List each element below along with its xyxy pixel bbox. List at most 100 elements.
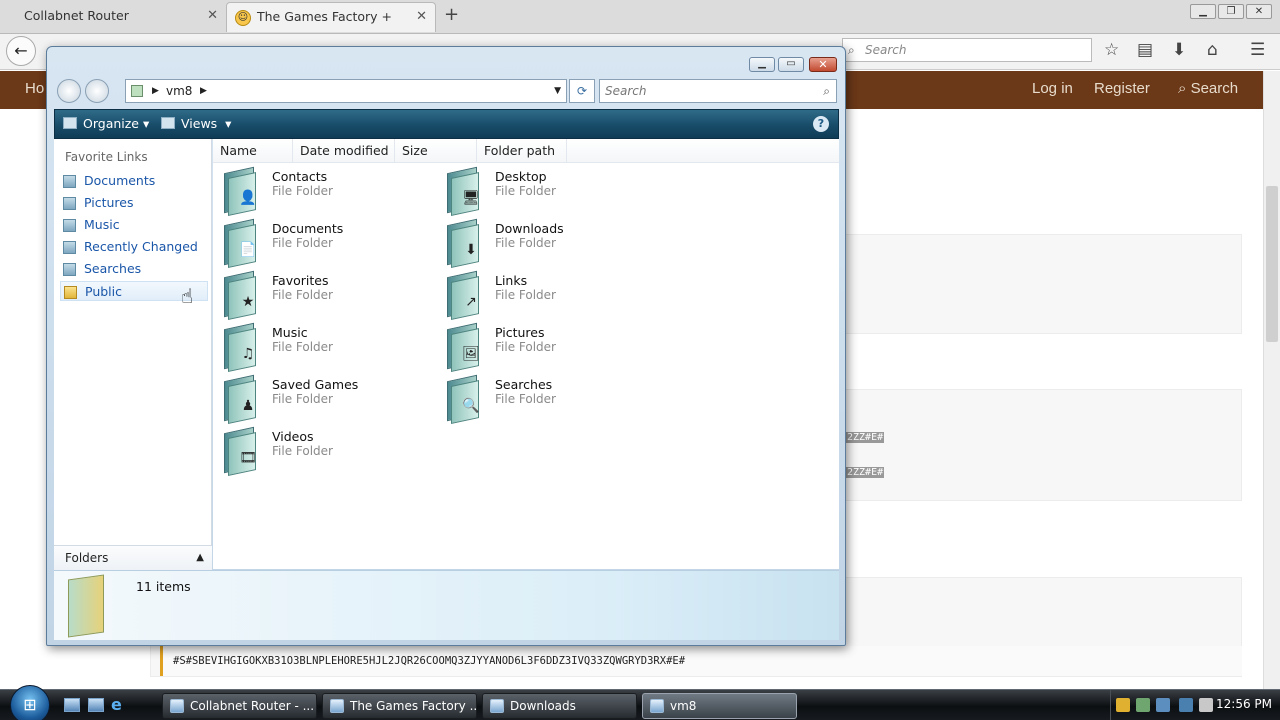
scrollbar-thumb[interactable] — [1266, 186, 1278, 342]
code-line: #S#SBEVIHGIGOKXB31O3BLNPLEHORE5HJL2JQR26… — [160, 646, 1242, 676]
address-bar[interactable]: ▶ vm8 ▶ ▼ — [125, 79, 567, 103]
breadcrumb-arrow-icon[interactable]: ▶ — [152, 80, 159, 102]
favorite-link-music[interactable]: Music — [60, 215, 208, 235]
chevron-down-icon[interactable]: ▼ — [554, 80, 561, 102]
saved-games-folder-icon: ♟ — [221, 374, 265, 424]
favorite-link-recently-changed[interactable]: Recently Changed — [60, 237, 208, 257]
monitor-icon[interactable] — [1179, 698, 1193, 712]
column-date-modified[interactable]: Date modified — [293, 139, 395, 163]
folders-toggle[interactable]: Folders ▲ — [54, 545, 212, 570]
folder-name: Music — [272, 325, 308, 340]
folder-type: File Folder — [272, 184, 333, 198]
folder-item[interactable]: ⬇ Downloads File Folder — [444, 218, 654, 268]
column-folder-path[interactable]: Folder path — [477, 139, 567, 163]
favorite-link-documents[interactable]: Documents — [60, 171, 208, 191]
favorite-link-pictures[interactable]: Pictures — [60, 193, 208, 213]
explorer-search-input[interactable]: Search ⌕ — [599, 79, 837, 103]
explorer-minimize-button[interactable]: ▁ — [749, 57, 775, 72]
folder-badge-icon: 🔍 — [462, 398, 480, 414]
help-icon[interactable]: ? — [813, 116, 829, 132]
volume-muted-icon[interactable] — [1199, 698, 1213, 712]
folder-type: File Folder — [495, 340, 556, 354]
tab-close-icon[interactable]: ✕ — [207, 2, 218, 30]
minimize-button[interactable]: ▁ — [1190, 4, 1216, 19]
folder-name: Saved Games — [272, 377, 359, 392]
documents-folder-icon: 📄 — [221, 218, 265, 268]
folder-item[interactable]: ★ Favorites File Folder — [221, 270, 431, 320]
forward-arrow-icon[interactable] — [85, 79, 109, 103]
taskbar: ⊞ e Collabnet Router - ... The Games Fac… — [0, 685, 1280, 720]
pictures-icon — [63, 197, 76, 210]
login-link[interactable]: Log in — [1032, 80, 1073, 97]
chevron-up-icon: ▲ — [196, 552, 204, 563]
back-arrow-icon[interactable]: ← — [6, 36, 36, 66]
refresh-icon[interactable]: ⟳ — [569, 79, 595, 103]
start-button[interactable]: ⊞ — [10, 685, 50, 720]
music-folder-icon: ♫ — [221, 322, 265, 372]
column-name[interactable]: Name — [213, 139, 293, 163]
folder-item[interactable]: 🖼 Pictures File Folder — [444, 322, 654, 372]
folder-item[interactable]: ↗ Links File Folder — [444, 270, 654, 320]
organize-icon — [63, 117, 77, 129]
site-home-link[interactable]: Ho — [25, 80, 44, 97]
searches-icon — [63, 263, 76, 276]
column-headers: Name Date modified Size Folder path — [213, 139, 839, 163]
register-link[interactable]: Register — [1094, 80, 1150, 97]
display-icon[interactable] — [1156, 698, 1170, 712]
folder-item[interactable]: 🔍 Searches File Folder — [444, 374, 654, 424]
organize-label: Organize — [83, 116, 139, 131]
folder-type: File Folder — [272, 236, 333, 250]
smiley-favicon-icon: ☺ — [235, 10, 251, 26]
folder-item[interactable]: ♟ Saved Games File Folder — [221, 374, 431, 424]
taskbar-button-vm8[interactable]: vm8 — [642, 693, 797, 719]
tab-collabnet-router[interactable]: Collabnet Router ✕ — [0, 2, 226, 32]
tab-games-factory[interactable]: ☺ The Games Factory + Install ✕ — [226, 2, 436, 52]
downloads-arrow-icon[interactable]: ⬇ — [1172, 40, 1186, 60]
folder-type: File Folder — [272, 392, 333, 406]
folder-name: Videos — [272, 429, 314, 444]
folder-item[interactable]: ♫ Music File Folder — [221, 322, 431, 372]
bookmark-star-icon[interactable]: ☆ — [1104, 40, 1119, 60]
folder-type: File Folder — [272, 340, 333, 354]
search-icon: ⌕ — [823, 84, 830, 98]
browser-search-input[interactable]: ⌕ Search — [842, 38, 1092, 62]
taskbar-button-collabnet[interactable]: Collabnet Router - ... — [162, 693, 317, 719]
favorite-link-searches[interactable]: Searches — [60, 259, 208, 279]
switch-windows-icon[interactable] — [88, 698, 104, 712]
folder-item[interactable]: 👤 Contacts File Folder — [221, 166, 431, 216]
taskbar-button-downloads[interactable]: Downloads — [482, 693, 637, 719]
new-tab-icon[interactable]: + — [444, 4, 459, 25]
breadcrumb-vm8[interactable]: vm8 — [166, 80, 192, 102]
internet-explorer-icon[interactable]: e — [111, 695, 122, 714]
breadcrumb-arrow-icon[interactable]: ▶ — [200, 80, 207, 102]
explorer-maximize-button[interactable]: ▭ — [778, 57, 804, 72]
home-icon[interactable]: ⌂ — [1207, 40, 1218, 60]
explorer-close-button[interactable]: ✕ — [809, 57, 837, 72]
folder-item[interactable]: 📄 Documents File Folder — [221, 218, 431, 268]
back-arrow-icon[interactable] — [57, 79, 81, 103]
bookmarks-list-icon[interactable]: ▤ — [1137, 40, 1153, 60]
network-icon[interactable] — [1136, 698, 1150, 712]
page-scrollbar[interactable] — [1263, 71, 1280, 689]
shield-icon[interactable] — [1116, 698, 1130, 712]
site-search-link[interactable]: ⌕ Search — [1178, 80, 1238, 97]
folder-badge-icon: 📄 — [239, 242, 257, 258]
folder-icon — [68, 574, 104, 638]
organize-button[interactable]: Organize ▾ — [63, 116, 149, 131]
taskbar-button-games-factory[interactable]: The Games Factory ... — [322, 693, 477, 719]
folder-item[interactable]: 🖥 Desktop File Folder — [444, 166, 654, 216]
folder-type: File Folder — [495, 236, 556, 250]
views-button[interactable]: Views ▾ — [161, 116, 231, 131]
column-size[interactable]: Size — [395, 139, 477, 163]
browser-icon — [170, 699, 184, 713]
favorite-link-label: Searches — [84, 261, 142, 276]
folder-type: File Folder — [272, 444, 333, 458]
folder-item[interactable]: 🎞 Videos File Folder — [221, 426, 431, 476]
menu-icon[interactable]: ☰ — [1250, 40, 1265, 60]
folder-name: Pictures — [495, 325, 545, 340]
tab-close-icon[interactable]: ✕ — [416, 3, 427, 31]
folder-badge-icon: ♫ — [241, 346, 255, 362]
show-desktop-icon[interactable] — [64, 698, 80, 712]
close-button[interactable]: ✕ — [1246, 4, 1272, 19]
restore-button[interactable]: ❐ — [1218, 4, 1244, 19]
